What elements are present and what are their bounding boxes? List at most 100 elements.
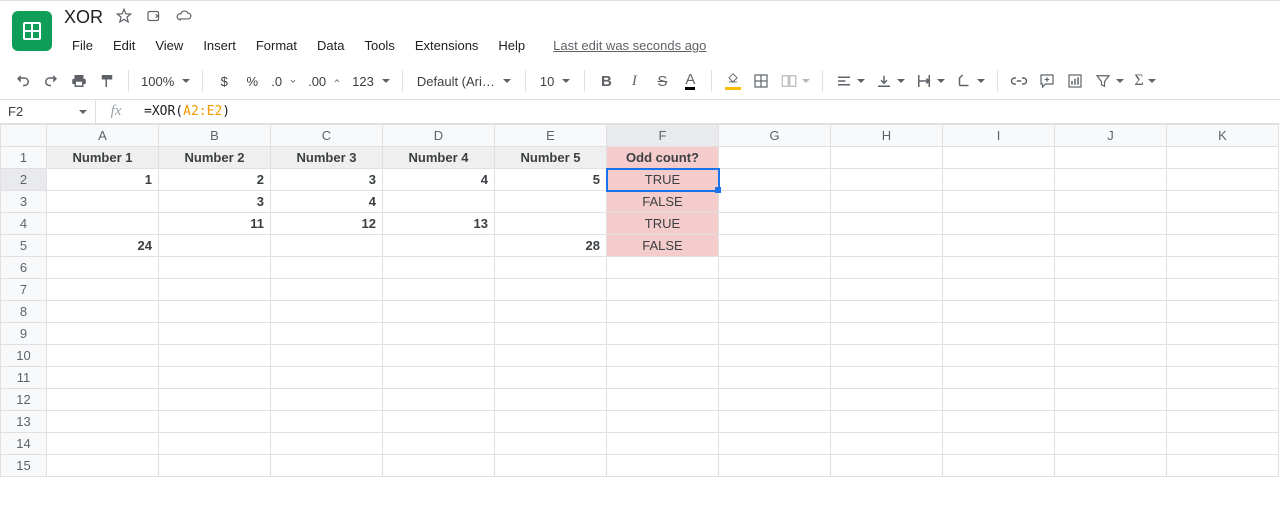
insert-chart-button[interactable]: [1062, 67, 1088, 95]
spreadsheet-grid[interactable]: A B C D E F G H I J K 1Number 1Number 2N…: [0, 124, 1280, 477]
menu-extensions[interactable]: Extensions: [407, 34, 487, 57]
cell[interactable]: [495, 433, 607, 455]
paint-format-button[interactable]: [94, 67, 120, 95]
cell[interactable]: [1167, 389, 1279, 411]
insert-comment-button[interactable]: [1034, 67, 1060, 95]
row-header[interactable]: 8: [1, 301, 47, 323]
col-header[interactable]: I: [943, 125, 1055, 147]
cloud-status-icon[interactable]: [175, 7, 193, 28]
cell[interactable]: [271, 323, 383, 345]
cell[interactable]: [607, 301, 719, 323]
cell[interactable]: [943, 433, 1055, 455]
col-header[interactable]: D: [383, 125, 495, 147]
bold-button[interactable]: B: [593, 67, 619, 95]
cell[interactable]: 24: [47, 235, 159, 257]
cell[interactable]: Number 1: [47, 147, 159, 169]
cell[interactable]: FALSE: [607, 191, 719, 213]
cell[interactable]: [383, 433, 495, 455]
row-header[interactable]: 7: [1, 279, 47, 301]
increase-decimal-button[interactable]: .00: [304, 67, 346, 95]
cell[interactable]: [607, 345, 719, 367]
cell[interactable]: [383, 279, 495, 301]
cell[interactable]: [831, 345, 943, 367]
cell[interactable]: [383, 191, 495, 213]
cell[interactable]: [47, 279, 159, 301]
cell[interactable]: [1055, 191, 1167, 213]
cell[interactable]: [1167, 301, 1279, 323]
cell[interactable]: [943, 411, 1055, 433]
cell[interactable]: [495, 279, 607, 301]
cell[interactable]: [383, 301, 495, 323]
cell[interactable]: [831, 147, 943, 169]
cell[interactable]: [383, 235, 495, 257]
cell[interactable]: [719, 323, 831, 345]
cell[interactable]: [271, 411, 383, 433]
cell[interactable]: [719, 191, 831, 213]
col-header[interactable]: C: [271, 125, 383, 147]
col-header[interactable]: F: [607, 125, 719, 147]
cell[interactable]: [159, 301, 271, 323]
cell[interactable]: [495, 213, 607, 235]
sheets-logo-icon[interactable]: [12, 11, 52, 51]
menu-data[interactable]: Data: [309, 34, 352, 57]
borders-button[interactable]: [748, 67, 774, 95]
cell[interactable]: [383, 367, 495, 389]
cell[interactable]: [1055, 169, 1167, 191]
star-icon[interactable]: [115, 7, 133, 28]
cell[interactable]: [1167, 455, 1279, 477]
cell[interactable]: [495, 367, 607, 389]
cell[interactable]: [1167, 257, 1279, 279]
zoom-dropdown[interactable]: 100%: [137, 67, 194, 95]
cell[interactable]: [1055, 367, 1167, 389]
cell[interactable]: [383, 323, 495, 345]
cell[interactable]: [943, 389, 1055, 411]
cell[interactable]: [1167, 323, 1279, 345]
col-header[interactable]: G: [719, 125, 831, 147]
menu-view[interactable]: View: [147, 34, 191, 57]
cell[interactable]: [943, 147, 1055, 169]
cell[interactable]: [943, 235, 1055, 257]
cell[interactable]: [271, 235, 383, 257]
row-header[interactable]: 12: [1, 389, 47, 411]
cell[interactable]: [1055, 257, 1167, 279]
menu-insert[interactable]: Insert: [195, 34, 244, 57]
format-currency-button[interactable]: $: [211, 67, 237, 95]
cell[interactable]: 11: [159, 213, 271, 235]
cell[interactable]: [831, 279, 943, 301]
fill-color-button[interactable]: [720, 67, 746, 95]
row-header[interactable]: 15: [1, 455, 47, 477]
cell[interactable]: [719, 367, 831, 389]
font-family-dropdown[interactable]: Default (Ari…: [411, 67, 517, 95]
cell[interactable]: [719, 279, 831, 301]
cell[interactable]: [383, 345, 495, 367]
cell[interactable]: [1167, 279, 1279, 301]
cell[interactable]: [495, 345, 607, 367]
more-formats-dropdown[interactable]: 123: [348, 67, 394, 95]
undo-button[interactable]: [10, 67, 36, 95]
cell[interactable]: [271, 433, 383, 455]
row-header[interactable]: 4: [1, 213, 47, 235]
cell[interactable]: [607, 367, 719, 389]
cell[interactable]: [159, 411, 271, 433]
cell[interactable]: [831, 433, 943, 455]
cell[interactable]: [495, 389, 607, 411]
cell[interactable]: [271, 257, 383, 279]
col-header[interactable]: J: [1055, 125, 1167, 147]
cell[interactable]: [1055, 411, 1167, 433]
row-header[interactable]: 13: [1, 411, 47, 433]
cell[interactable]: [943, 367, 1055, 389]
cell[interactable]: [719, 411, 831, 433]
cell[interactable]: [1055, 279, 1167, 301]
cell[interactable]: [1055, 389, 1167, 411]
cell[interactable]: [495, 323, 607, 345]
select-all-corner[interactable]: [1, 125, 47, 147]
cell[interactable]: [607, 323, 719, 345]
cell[interactable]: [607, 455, 719, 477]
cell[interactable]: Number 2: [159, 147, 271, 169]
cell[interactable]: [1055, 455, 1167, 477]
cell[interactable]: [159, 389, 271, 411]
redo-button[interactable]: [38, 67, 64, 95]
cell[interactable]: 3: [159, 191, 271, 213]
cell[interactable]: [719, 213, 831, 235]
cell[interactable]: [1167, 411, 1279, 433]
